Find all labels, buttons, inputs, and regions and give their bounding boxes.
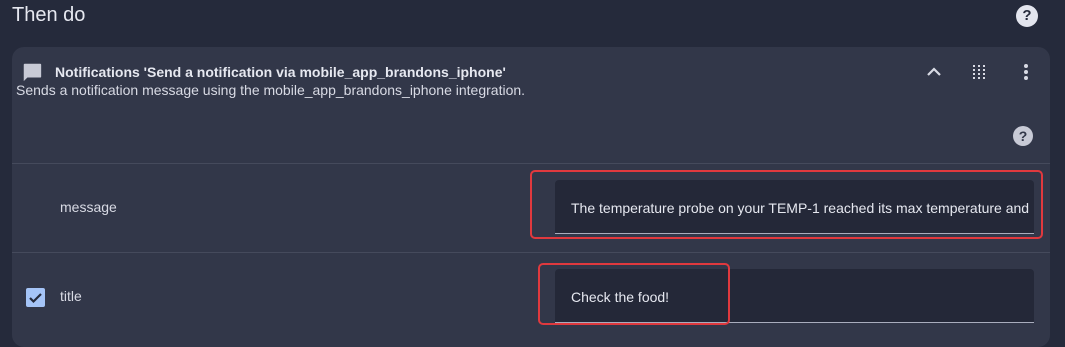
chevron-up-icon[interactable] — [922, 60, 946, 84]
divider — [12, 252, 1050, 253]
section-title: Then do — [12, 4, 86, 26]
chat-bubble-icon — [23, 63, 42, 82]
message-highlight — [530, 170, 1043, 239]
action-title: Notifications 'Send a notification via m… — [55, 64, 506, 80]
drag-grid-icon[interactable] — [967, 60, 991, 84]
title-highlight — [538, 263, 730, 325]
checkbox-checked-icon[interactable] — [26, 288, 45, 307]
question-circle-icon[interactable]: ? — [1013, 126, 1033, 146]
message-label: message — [60, 199, 117, 215]
action-description: Sends a notification message using the m… — [16, 82, 526, 98]
title-label: title — [60, 288, 82, 304]
question-circle-icon[interactable]: ? — [1016, 5, 1038, 27]
more-vertical-icon[interactable] — [1014, 60, 1038, 84]
divider — [12, 163, 1050, 164]
